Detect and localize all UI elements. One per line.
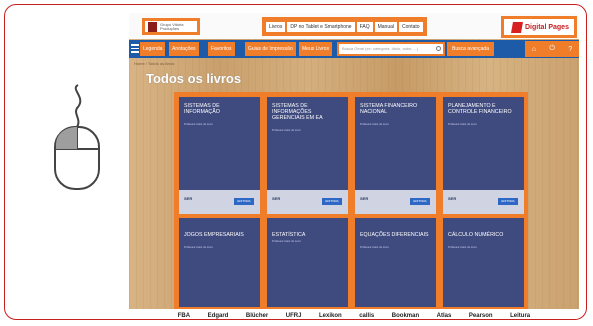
book-card[interactable]: Equações Diferenciais Professor Autor do… [355, 218, 436, 307]
sponsor-logo: Blücher [245, 313, 269, 319]
book-title: Jogos Empresariais [184, 232, 244, 238]
nav-dp-tablet[interactable]: DP no Tablet e Smartphone [287, 21, 355, 32]
breadcrumb: Home / Todos os livros [134, 61, 175, 66]
digital-pages-screenshot: Grupo Vitória Produções Livros DP no Tab… [129, 13, 579, 319]
institution-logo[interactable]: Grupo Vitória Produções [142, 18, 200, 35]
power-icon[interactable]: ⏻ [549, 45, 555, 53]
book-title: Estatística [272, 232, 306, 238]
sponsor-logo: Lexikon [318, 313, 342, 319]
digital-pages-logo[interactable]: Digital Pages [501, 16, 577, 38]
sponsor-logo: Edgard [207, 313, 229, 319]
book-tag: EDITORA [498, 198, 518, 205]
book-author: Professor Autor do Livro [272, 129, 301, 132]
book-card[interactable]: Sistemas de Informação Professor Autor d… [179, 97, 260, 214]
logo-mark-icon [148, 21, 157, 32]
publisher-logo: SER [360, 196, 369, 201]
book-title: Cálculo Numérico [448, 232, 504, 238]
sponsor-logos: FBA Edgard Blücher UFRJ Lexikon callis B… [129, 309, 579, 319]
sponsor-logo: FBA [177, 313, 191, 319]
toolbar-icons: ⌂ ⏻ ? [525, 41, 579, 57]
main-toolbar: Legenda Anotações Favoritos Guias de Imp… [129, 40, 579, 58]
top-nav: Livros DP no Tablet e Smartphone FAQ Man… [262, 17, 427, 36]
book-tag: EDITORA [234, 198, 254, 205]
anotacoes-button[interactable]: Anotações [169, 42, 199, 56]
book-card[interactable]: Cálculo Numérico Professor Autor do Livr… [443, 218, 524, 307]
book-title: Planejamento e Controle Financeiro [448, 103, 512, 115]
book-author: Professor Autor do Livro [272, 240, 301, 243]
advanced-search-button[interactable]: Busca avançada [447, 42, 494, 56]
book-author: Professor Autor do Livro [360, 246, 389, 249]
search-input[interactable]: Busca Geral (ex: categoria, título, auto… [339, 44, 443, 54]
book-title: Equações Diferenciais [360, 232, 429, 238]
sponsor-logo: callis [359, 313, 375, 319]
home-icon[interactable]: ⌂ [532, 46, 536, 53]
sponsor-logo: Leitura [510, 313, 531, 319]
sponsor-logo: UFRJ [285, 313, 302, 319]
menu-icon[interactable] [131, 44, 139, 53]
book-title: Sistemas de Informação [184, 103, 220, 115]
nav-livros[interactable]: Livros [266, 21, 286, 32]
book-card[interactable]: Sistemas de Informações Gerenciais em EA… [267, 97, 348, 214]
digital-pages-icon [511, 21, 523, 33]
meus-livros-button[interactable]: Meus Livros [299, 42, 332, 56]
favoritos-button[interactable]: Favoritos [208, 42, 235, 56]
book-author: Professor Autor do Livro [184, 123, 213, 126]
book-tag: EDITORA [322, 198, 342, 205]
sponsor-logo: Pearson [468, 313, 493, 319]
book-card[interactable]: Sistema Financeiro Nacional Professor Au… [355, 97, 436, 214]
book-card[interactable]: Planejamento e Controle Financeiro Profe… [443, 97, 524, 214]
help-icon[interactable]: ? [568, 46, 572, 53]
book-author: Professor Autor do Livro [184, 246, 213, 249]
book-author: Professor Autor do Livro [448, 246, 477, 249]
sponsor-logo: Bookman [391, 313, 420, 319]
logo-text-line2: Produções [160, 25, 180, 31]
tutorial-frame: Grupo Vitória Produções Livros DP no Tab… [4, 4, 587, 320]
book-author: Professor Autor do Livro [360, 123, 389, 126]
sponsor-logo: Atlas [436, 313, 452, 319]
book-card[interactable]: Estatística Professor Autor do Livro [267, 218, 348, 307]
nav-manual[interactable]: Manual [374, 21, 398, 32]
book-card[interactable]: Jogos Empresariais Professor Autor do Li… [179, 218, 260, 307]
brand-text: Digital Pages [525, 23, 569, 31]
top-header: Grupo Vitória Produções Livros DP no Tab… [129, 13, 579, 39]
guias-impressao-button[interactable]: Guias de Impressão [245, 42, 296, 56]
book-tag: EDITORA [410, 198, 430, 205]
search-box: Busca Geral (ex: categoria, título, auto… [337, 42, 445, 56]
publisher-logo: SER [184, 196, 193, 201]
search-icon[interactable] [436, 46, 441, 51]
publisher-logo: SER [272, 196, 281, 201]
nav-faq[interactable]: FAQ [356, 21, 373, 32]
page-title: Todos os livros [146, 71, 242, 86]
mouse-icon [54, 84, 100, 190]
book-title: Sistemas de Informações Gerenciais em EA [272, 103, 323, 121]
book-author: Professor Autor do Livro [448, 123, 477, 126]
nav-contato[interactable]: Contato [399, 21, 423, 32]
legenda-button[interactable]: Legenda [140, 42, 166, 56]
book-title: Sistema Financeiro Nacional [360, 103, 418, 115]
publisher-logo: SER [448, 196, 457, 201]
